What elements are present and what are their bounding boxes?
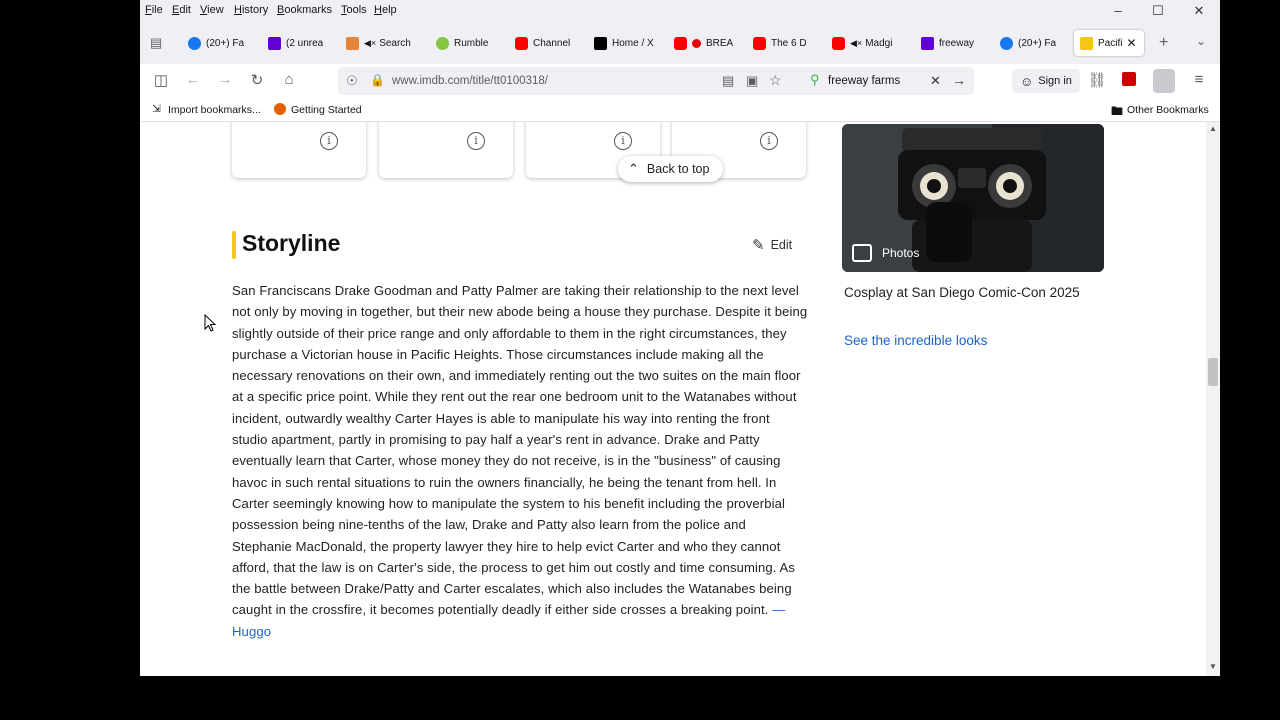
import-icon: ⇲ — [152, 103, 161, 115]
scrollbar-thumb[interactable] — [1208, 358, 1218, 386]
browser-window: File Edit View History Bookmarks Tools H… — [140, 0, 1220, 676]
tab-imdb-active[interactable]: Pacifi ✕ — [1074, 30, 1144, 56]
tab-overview-icon[interactable]: ▤ — [150, 35, 162, 51]
sidebar-toggle-icon[interactable]: ◫ — [151, 71, 171, 89]
import-bookmarks-link[interactable]: Import bookmarks... — [168, 104, 261, 116]
rating-card[interactable]: i — [232, 122, 366, 178]
tab-facebook-1[interactable]: (20+) Fa — [188, 30, 266, 56]
sign-in-button[interactable]: ☺ Sign in — [1012, 69, 1080, 93]
shield-icon[interactable]: ☉ — [346, 73, 358, 89]
clear-search-icon[interactable]: ✕ — [930, 73, 941, 89]
tab-youtube-madgi[interactable]: ◀× Madgi — [832, 30, 910, 56]
menu-history[interactable]: History — [234, 4, 268, 16]
section-accent-bar — [232, 231, 236, 259]
lock-icon[interactable]: 🔒 — [370, 73, 385, 87]
search-input[interactable]: freeway farms — [828, 75, 900, 87]
photo-thumbnail[interactable]: Photos — [842, 124, 1104, 272]
url-text[interactable]: www.imdb.com/title/tt0100318/ — [392, 75, 548, 87]
menu-bar: File Edit View History Bookmarks Tools H… — [140, 0, 1220, 22]
info-icon[interactable]: i — [614, 132, 632, 150]
mail-icon — [268, 36, 281, 50]
info-icon[interactable]: i — [467, 132, 485, 150]
menu-file[interactable]: File — [145, 4, 163, 16]
home-icon[interactable]: ⌂ — [279, 71, 299, 88]
search-go-icon[interactable]: → — [952, 72, 966, 88]
minimize-icon[interactable]: – — [1110, 3, 1126, 18]
info-icon[interactable]: i — [320, 132, 338, 150]
storyline-text: San Franciscans Drake Goodman and Patty … — [232, 283, 808, 639]
menu-view[interactable]: View — [200, 4, 224, 16]
edit-button[interactable]: ✎ Edit — [752, 236, 792, 254]
info-icon[interactable]: i — [760, 132, 778, 150]
back-to-top-button[interactable]: ⌃ Back to top — [618, 156, 724, 182]
youtube-icon — [753, 36, 766, 50]
menu-help[interactable]: Help — [374, 4, 397, 16]
tab-yahoo-freeway[interactable]: freeway — [921, 30, 999, 56]
menu-edit[interactable]: Edit — [172, 4, 191, 16]
nav-bar: ◫ ← → ↻ ⌂ ☉ 🔒 www.imdb.com/title/tt01003… — [140, 64, 1220, 98]
envelope-icon — [346, 36, 359, 50]
app-menu-icon[interactable]: ≡ — [1189, 71, 1209, 88]
tab-search[interactable]: ◀× Search — [346, 30, 424, 56]
page-content: i i i i ⌃ Back to top Storyline ✎ Edit S… — [140, 122, 1206, 676]
reader-view-icon[interactable]: ▤ — [722, 73, 734, 89]
page-scrollbar[interactable]: ▲ ▼ — [1206, 122, 1220, 676]
facebook-icon — [1000, 36, 1013, 50]
tab-youtube-channel[interactable]: Channel — [515, 30, 593, 56]
tab-mail[interactable]: (2 unrea — [268, 30, 346, 56]
account-icon: ☺ — [1020, 73, 1034, 89]
photos-badge: Photos — [852, 244, 919, 262]
tab-youtube-the6[interactable]: The 6 D — [753, 30, 831, 56]
pencil-icon: ✎ — [752, 237, 765, 254]
forward-icon[interactable]: → — [215, 71, 235, 88]
maximize-icon[interactable]: ☐ — [1150, 3, 1166, 19]
chevron-up-icon: ⌃ — [628, 161, 639, 176]
yahoo-icon — [921, 36, 934, 50]
menu-tools[interactable]: Tools — [341, 4, 367, 16]
photo-caption: Cosplay at San Diego Comic-Con 2025 — [844, 285, 1080, 300]
search-bar[interactable]: ⚲ freeway farms ✕ → — [802, 67, 974, 95]
mouse-cursor-icon — [204, 314, 217, 332]
other-bookmarks-link[interactable]: Other Bookmarks — [1127, 104, 1209, 116]
bookmark-star-icon[interactable]: ☆ — [769, 72, 782, 89]
facebook-icon — [188, 36, 201, 50]
back-icon[interactable]: ← — [183, 71, 203, 88]
live-dot-icon — [692, 38, 701, 48]
firefox-icon — [274, 103, 286, 115]
menu-bookmarks[interactable]: Bookmarks — [277, 4, 332, 16]
extensions-icon[interactable]: ⛓ — [1087, 71, 1107, 89]
youtube-icon — [515, 36, 528, 50]
search-engine-icon: ⚲ — [810, 72, 820, 87]
scroll-down-icon[interactable]: ▼ — [1209, 662, 1217, 671]
reload-icon[interactable]: ↻ — [247, 71, 267, 89]
picture-in-picture-icon[interactable]: ▣ — [746, 73, 758, 89]
addon-active-icon[interactable] — [1153, 69, 1175, 93]
section-title: Storyline — [242, 230, 341, 256]
tab-list-chevron-icon[interactable]: ⌄ — [1196, 34, 1206, 48]
tab-rumble[interactable]: Rumble — [436, 30, 514, 56]
mute-icon[interactable]: ◀× — [850, 38, 862, 49]
bookmarks-toolbar: ⇲ Import bookmarks... Getting Started 🖿 … — [140, 98, 1220, 122]
rating-card[interactable]: i — [379, 122, 513, 178]
rumble-icon — [436, 36, 449, 50]
tab-x-home[interactable]: Home / X — [594, 30, 672, 56]
youtube-icon — [832, 36, 845, 50]
x-icon — [594, 36, 607, 50]
close-window-icon[interactable]: ✕ — [1191, 3, 1207, 19]
tab-facebook-2[interactable]: (20+) Fa — [1000, 30, 1078, 56]
getting-started-link[interactable]: Getting Started — [291, 104, 362, 116]
youtube-icon — [674, 36, 687, 50]
photos-icon — [852, 244, 872, 262]
close-tab-icon[interactable]: ✕ — [1126, 36, 1136, 50]
folder-icon: 🖿 — [1111, 104, 1124, 118]
tab-youtube-brea[interactable]: BREA — [674, 30, 752, 56]
addon-red-icon[interactable] — [1122, 72, 1136, 86]
tab-strip: ▤ (20+) Fa (2 unrea ◀× Search Rumble Chan… — [140, 22, 1220, 64]
mute-icon[interactable]: ◀× — [364, 38, 376, 49]
new-tab-icon[interactable]: + — [1159, 34, 1168, 52]
imdb-icon — [1080, 36, 1093, 50]
scroll-up-icon[interactable]: ▲ — [1209, 124, 1217, 133]
see-looks-link[interactable]: See the incredible looks — [844, 333, 987, 348]
